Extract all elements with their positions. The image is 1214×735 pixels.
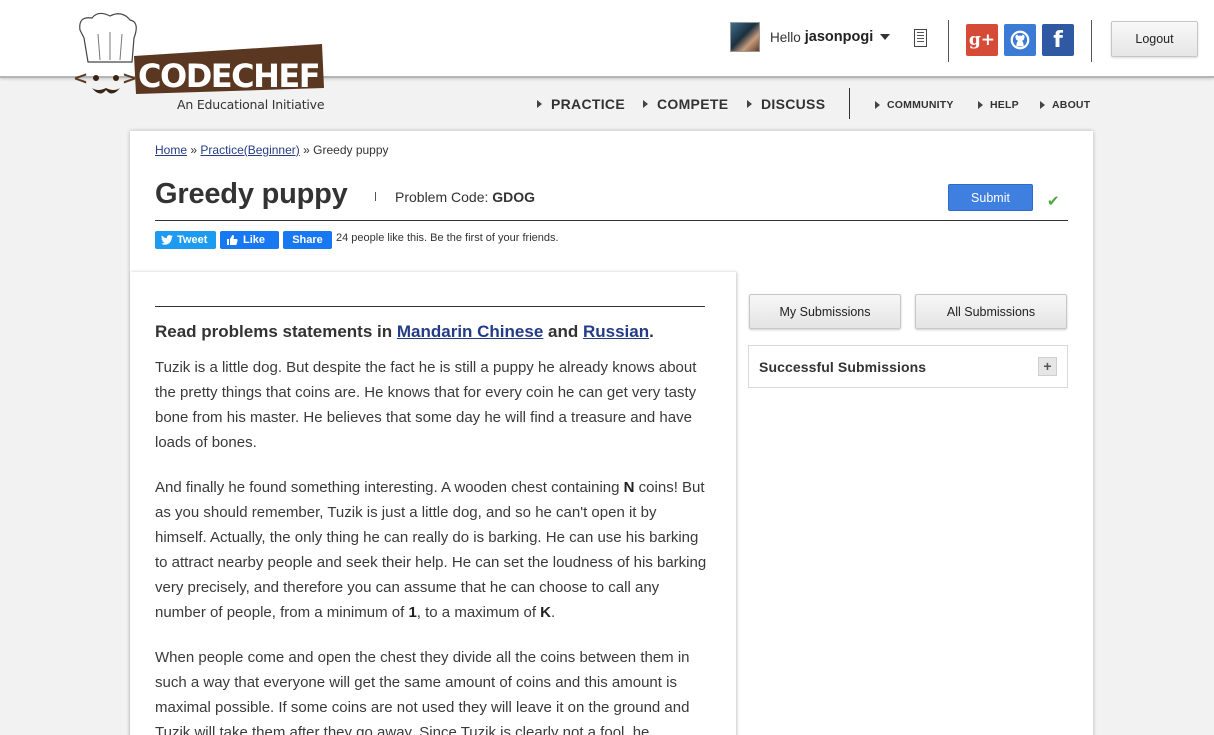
likes-count-text: 24 people like this. Be the first of you… (336, 232, 559, 244)
statement-paragraph: Tuzik is a little dog. But despite the f… (155, 359, 697, 451)
nav-label: COMMUNITY (887, 99, 954, 111)
avatar[interactable] (730, 22, 760, 52)
caret-right-icon (747, 100, 752, 108)
svg-text:<: < (73, 68, 88, 89)
paragraph-text: coins! But as you should remember, Tuzik… (155, 479, 707, 621)
paragraph-text: , to a maximum of (416, 604, 536, 621)
breadcrumb-current: Greedy puppy (313, 143, 389, 157)
checkmark-icon: ✔ (1047, 193, 1060, 210)
successful-submissions-panel[interactable]: Successful Submissions + (748, 345, 1068, 388)
breadcrumb: Home » Practice(Beginner) » Greedy puppy (155, 143, 389, 157)
breadcrumb-home[interactable]: Home (155, 143, 187, 157)
svg-text:CODECHEF: CODECHEF (138, 57, 319, 95)
github-icon[interactable] (1004, 24, 1036, 56)
logout-button[interactable]: Logout (1111, 21, 1198, 57)
caret-right-icon (875, 101, 880, 109)
statement-rule (155, 306, 705, 307)
username[interactable]: jasonpogi (805, 29, 873, 45)
nav-label: PRACTICE (551, 96, 625, 112)
user-menu[interactable]: Hello jasonpogi (730, 22, 891, 52)
nav-label: DISCUSS (761, 96, 826, 112)
submit-button[interactable]: Submit (948, 184, 1033, 211)
caret-right-icon (643, 100, 648, 108)
nav-practice[interactable]: PRACTICE (537, 96, 625, 112)
heading-period: . (649, 322, 654, 341)
twitter-icon (161, 235, 173, 245)
my-submissions-button[interactable]: My Submissions (749, 294, 901, 329)
statement-paragraph: When people come and open the chest they… (155, 649, 690, 735)
breadcrumb-separator: » (303, 143, 310, 157)
nav-compete[interactable]: COMPETE (643, 96, 728, 112)
share-button[interactable]: Share (283, 231, 332, 249)
page-title: Greedy puppy (155, 178, 348, 210)
like-label: Like (243, 234, 266, 246)
all-submissions-button[interactable]: All Submissions (915, 294, 1067, 329)
translations-prefix: Read problems statements in (155, 322, 393, 341)
successful-submissions-label: Successful Submissions (759, 359, 927, 375)
nav-about[interactable]: ABOUT (1040, 99, 1090, 111)
tweet-label: Tweet (177, 234, 208, 246)
title-divider (375, 192, 376, 201)
problem-code: Problem Code: GDOG (395, 189, 535, 205)
tweet-button[interactable]: Tweet (155, 231, 216, 249)
nav-discuss[interactable]: DISCUSS (747, 96, 825, 112)
google-plus-icon[interactable]: g+ (966, 24, 998, 56)
statement-paragraph: And finally he found something interesti… (155, 475, 710, 625)
paragraph-text: . (551, 604, 556, 621)
value-one: 1 (408, 604, 417, 621)
caret-right-icon (978, 101, 983, 109)
facebook-icon[interactable]: f (1042, 24, 1074, 56)
title-rule (155, 220, 1068, 221)
expand-icon[interactable]: + (1038, 357, 1057, 376)
header-divider (1091, 20, 1092, 62)
paragraph-text: And finally he found something interesti… (155, 479, 620, 496)
problem-code-value: GDOG (492, 189, 536, 205)
nav-label: COMPETE (657, 96, 729, 112)
thumbs-up-icon (227, 235, 238, 245)
nav-help[interactable]: HELP (978, 99, 1019, 111)
mandarin-link[interactable]: Mandarin Chinese (397, 322, 543, 341)
nav-community[interactable]: COMMUNITY (875, 99, 954, 111)
variable-n: N (623, 479, 635, 496)
like-button[interactable]: Like (220, 231, 279, 249)
greeting-text: Hello (770, 29, 801, 45)
caret-right-icon (537, 100, 542, 108)
nav-label: HELP (990, 99, 1019, 111)
translations-and: and (548, 322, 579, 341)
caret-right-icon (1040, 101, 1045, 109)
logo-tagline: An Educational Initiative (177, 97, 325, 112)
problem-code-label: Problem Code: (395, 189, 489, 205)
breadcrumb-practice[interactable]: Practice(Beginner) (200, 143, 299, 157)
russian-link[interactable]: Russian (583, 322, 649, 341)
translations-heading: Read problems statements in Mandarin Chi… (155, 322, 654, 342)
variable-k: K (540, 604, 552, 621)
chevron-down-icon[interactable] (880, 34, 891, 40)
nav-divider (849, 88, 850, 119)
header-divider (948, 20, 949, 62)
breadcrumb-separator: » (190, 143, 198, 157)
nav-label: ABOUT (1052, 99, 1091, 111)
notes-icon[interactable] (914, 29, 927, 47)
